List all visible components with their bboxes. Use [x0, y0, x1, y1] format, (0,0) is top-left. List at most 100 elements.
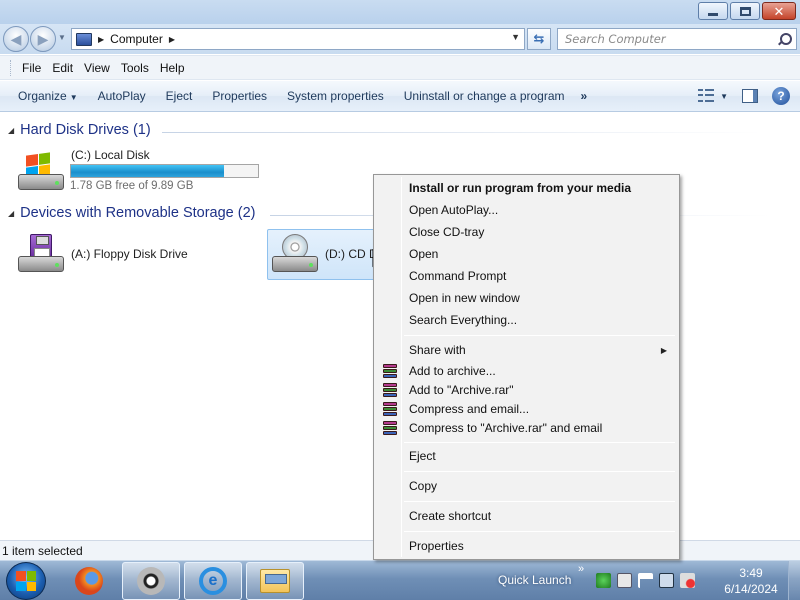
search-input[interactable] [565, 30, 778, 48]
menu-item-open[interactable]: Open [376, 244, 677, 264]
drive-label-d[interactable]: (D:) CD D [325, 247, 378, 261]
quick-launch-chevron-icon[interactable]: » [578, 563, 584, 575]
chevron-down-icon: ▼ [69, 93, 78, 102]
system-properties-button[interactable]: System properties [277, 89, 394, 103]
internet-explorer-icon: e [199, 567, 227, 595]
menu-item-label: Copy [409, 479, 438, 493]
menu-item-close-cd-tray[interactable]: Close CD-tray [376, 222, 677, 242]
taskbar-internet-explorer[interactable]: e [184, 562, 242, 600]
menu-item-search-everything[interactable]: Search Everything... [376, 310, 677, 330]
group-header-hard-disk-drives[interactable]: ◢ Hard Disk Drives (1) [8, 122, 151, 138]
properties-button[interactable]: Properties [202, 89, 277, 103]
menu-item-properties[interactable]: Properties [376, 536, 677, 556]
local-disk-icon[interactable] [16, 152, 66, 196]
menu-item-compress-to-rar-email[interactable]: Compress to "Archive.rar" and email [376, 418, 677, 438]
menu-item-label: Install or run program from your media [409, 181, 632, 195]
maximize-button[interactable] [730, 2, 760, 20]
clock-date: 6/14/2024 [724, 582, 778, 596]
eject-button[interactable]: Eject [156, 89, 203, 103]
document-icon[interactable] [617, 573, 632, 588]
menu-file[interactable]: File [18, 61, 48, 75]
network-icon[interactable] [659, 573, 674, 588]
menu-item-open-new-window[interactable]: Open in new window [376, 288, 677, 308]
start-button[interactable] [6, 562, 46, 600]
menu-item-add-to-archive[interactable]: Add to archive... [376, 361, 677, 381]
taskbar-explorer[interactable] [246, 562, 304, 600]
address-dropdown-icon[interactable]: ▼ [511, 32, 520, 42]
floppy-drive-icon[interactable] [16, 234, 66, 278]
menu-item-eject[interactable]: Eject [376, 446, 677, 466]
action-center-flag-icon[interactable] [638, 573, 653, 588]
breadcrumb-chevron-icon[interactable]: ▶ [169, 35, 175, 44]
clock[interactable]: 3:49 6/14/2024 [720, 565, 782, 597]
cd-drive-icon[interactable] [270, 234, 320, 278]
menu-item-open-autoplay[interactable]: Open AutoPlay... [376, 200, 677, 220]
drive-label-c[interactable]: (C:) Local Disk [71, 148, 150, 162]
refresh-button[interactable]: ⇆ [527, 28, 551, 50]
group-title: Devices with Removable Storage (2) [20, 205, 256, 221]
help-icon[interactable]: ? [772, 87, 790, 105]
breadcrumb-computer[interactable]: Computer [110, 32, 163, 46]
disk-usage-bar [70, 164, 259, 178]
minimize-icon [708, 12, 718, 16]
back-button[interactable]: ◀ [3, 26, 29, 52]
minimize-button[interactable] [698, 2, 728, 20]
command-bar: Organize ▼ AutoPlay Eject Properties Syst… [0, 81, 800, 112]
menu-separator [404, 442, 675, 443]
menu-item-label: Share with [409, 343, 466, 357]
drive-label-a[interactable]: (A:) Floppy Disk Drive [71, 247, 188, 261]
taskbar: e Quick Launch » 3:49 6/14/2024 [0, 560, 800, 600]
menu-item-share-with[interactable]: Share with ▶ [376, 340, 677, 360]
menu-view[interactable]: View [80, 61, 117, 75]
address-bar[interactable]: ▶ Computer ▶ ▼ [71, 28, 525, 50]
organize-button[interactable]: Organize ▼ [8, 89, 88, 103]
winrar-icon [383, 364, 397, 378]
toolbar-right: ▼ ? [698, 87, 790, 105]
menu-edit[interactable]: Edit [48, 61, 80, 75]
taskbar-everything[interactable] [122, 562, 180, 600]
view-options-dropdown[interactable]: ▼ [720, 92, 728, 101]
menu-bar: File Edit View Tools Help [0, 55, 800, 80]
menu-item-label: Open in new window [409, 291, 520, 305]
volume-muted-icon[interactable] [680, 573, 695, 588]
menu-item-install-run[interactable]: Install or run program from your media [376, 178, 677, 198]
windows-logo-icon [16, 571, 36, 591]
menu-separator [404, 501, 675, 502]
quick-launch-toolbar[interactable]: Quick Launch [498, 573, 571, 587]
menu-tools[interactable]: Tools [117, 61, 156, 75]
refresh-icon: ⇆ [533, 31, 545, 46]
breadcrumb-chevron-icon[interactable]: ▶ [98, 35, 104, 44]
menu-item-compress-email[interactable]: Compress and email... [376, 399, 677, 419]
disk-free-space: 1.78 GB free of 9.89 GB [70, 180, 194, 192]
menu-item-add-to-archive-rar[interactable]: Add to "Archive.rar" [376, 380, 677, 400]
security-shield-icon[interactable] [596, 573, 611, 588]
group-divider [162, 132, 762, 133]
menu-item-label: Create shortcut [409, 509, 492, 523]
taskbar-firefox[interactable] [60, 562, 118, 600]
search-icon[interactable] [778, 32, 792, 46]
drive-body-icon [18, 256, 64, 272]
close-button[interactable]: ✕ [762, 2, 796, 20]
organize-label: Organize [18, 89, 67, 103]
window-controls: ✕ [698, 2, 796, 20]
autoplay-button[interactable]: AutoPlay [88, 89, 156, 103]
change-view-icon[interactable] [698, 89, 715, 103]
menu-separator [404, 335, 675, 336]
more-commands-button[interactable]: » [575, 89, 594, 103]
show-desktop-button[interactable] [788, 561, 800, 600]
preview-pane-icon[interactable] [742, 89, 758, 103]
context-menu: Install or run program from your media O… [373, 174, 680, 560]
collapse-triangle-icon[interactable]: ◢ [8, 209, 14, 218]
menu-item-copy[interactable]: Copy [376, 476, 677, 496]
back-arrow-icon: ◀ [10, 30, 22, 47]
group-header-removable-storage[interactable]: ◢ Devices with Removable Storage (2) [8, 205, 255, 221]
floppy-disk-icon [30, 234, 52, 259]
menu-help[interactable]: Help [156, 61, 192, 75]
uninstall-program-button[interactable]: Uninstall or change a program [394, 89, 575, 103]
forward-button[interactable]: ▶ [30, 26, 56, 52]
menu-item-create-shortcut[interactable]: Create shortcut [376, 506, 677, 526]
menu-item-command-prompt[interactable]: Command Prompt [376, 266, 677, 286]
collapse-triangle-icon[interactable]: ◢ [8, 126, 14, 135]
recent-pages-dropdown[interactable]: ▼ [58, 33, 68, 45]
firefox-icon [75, 567, 103, 595]
